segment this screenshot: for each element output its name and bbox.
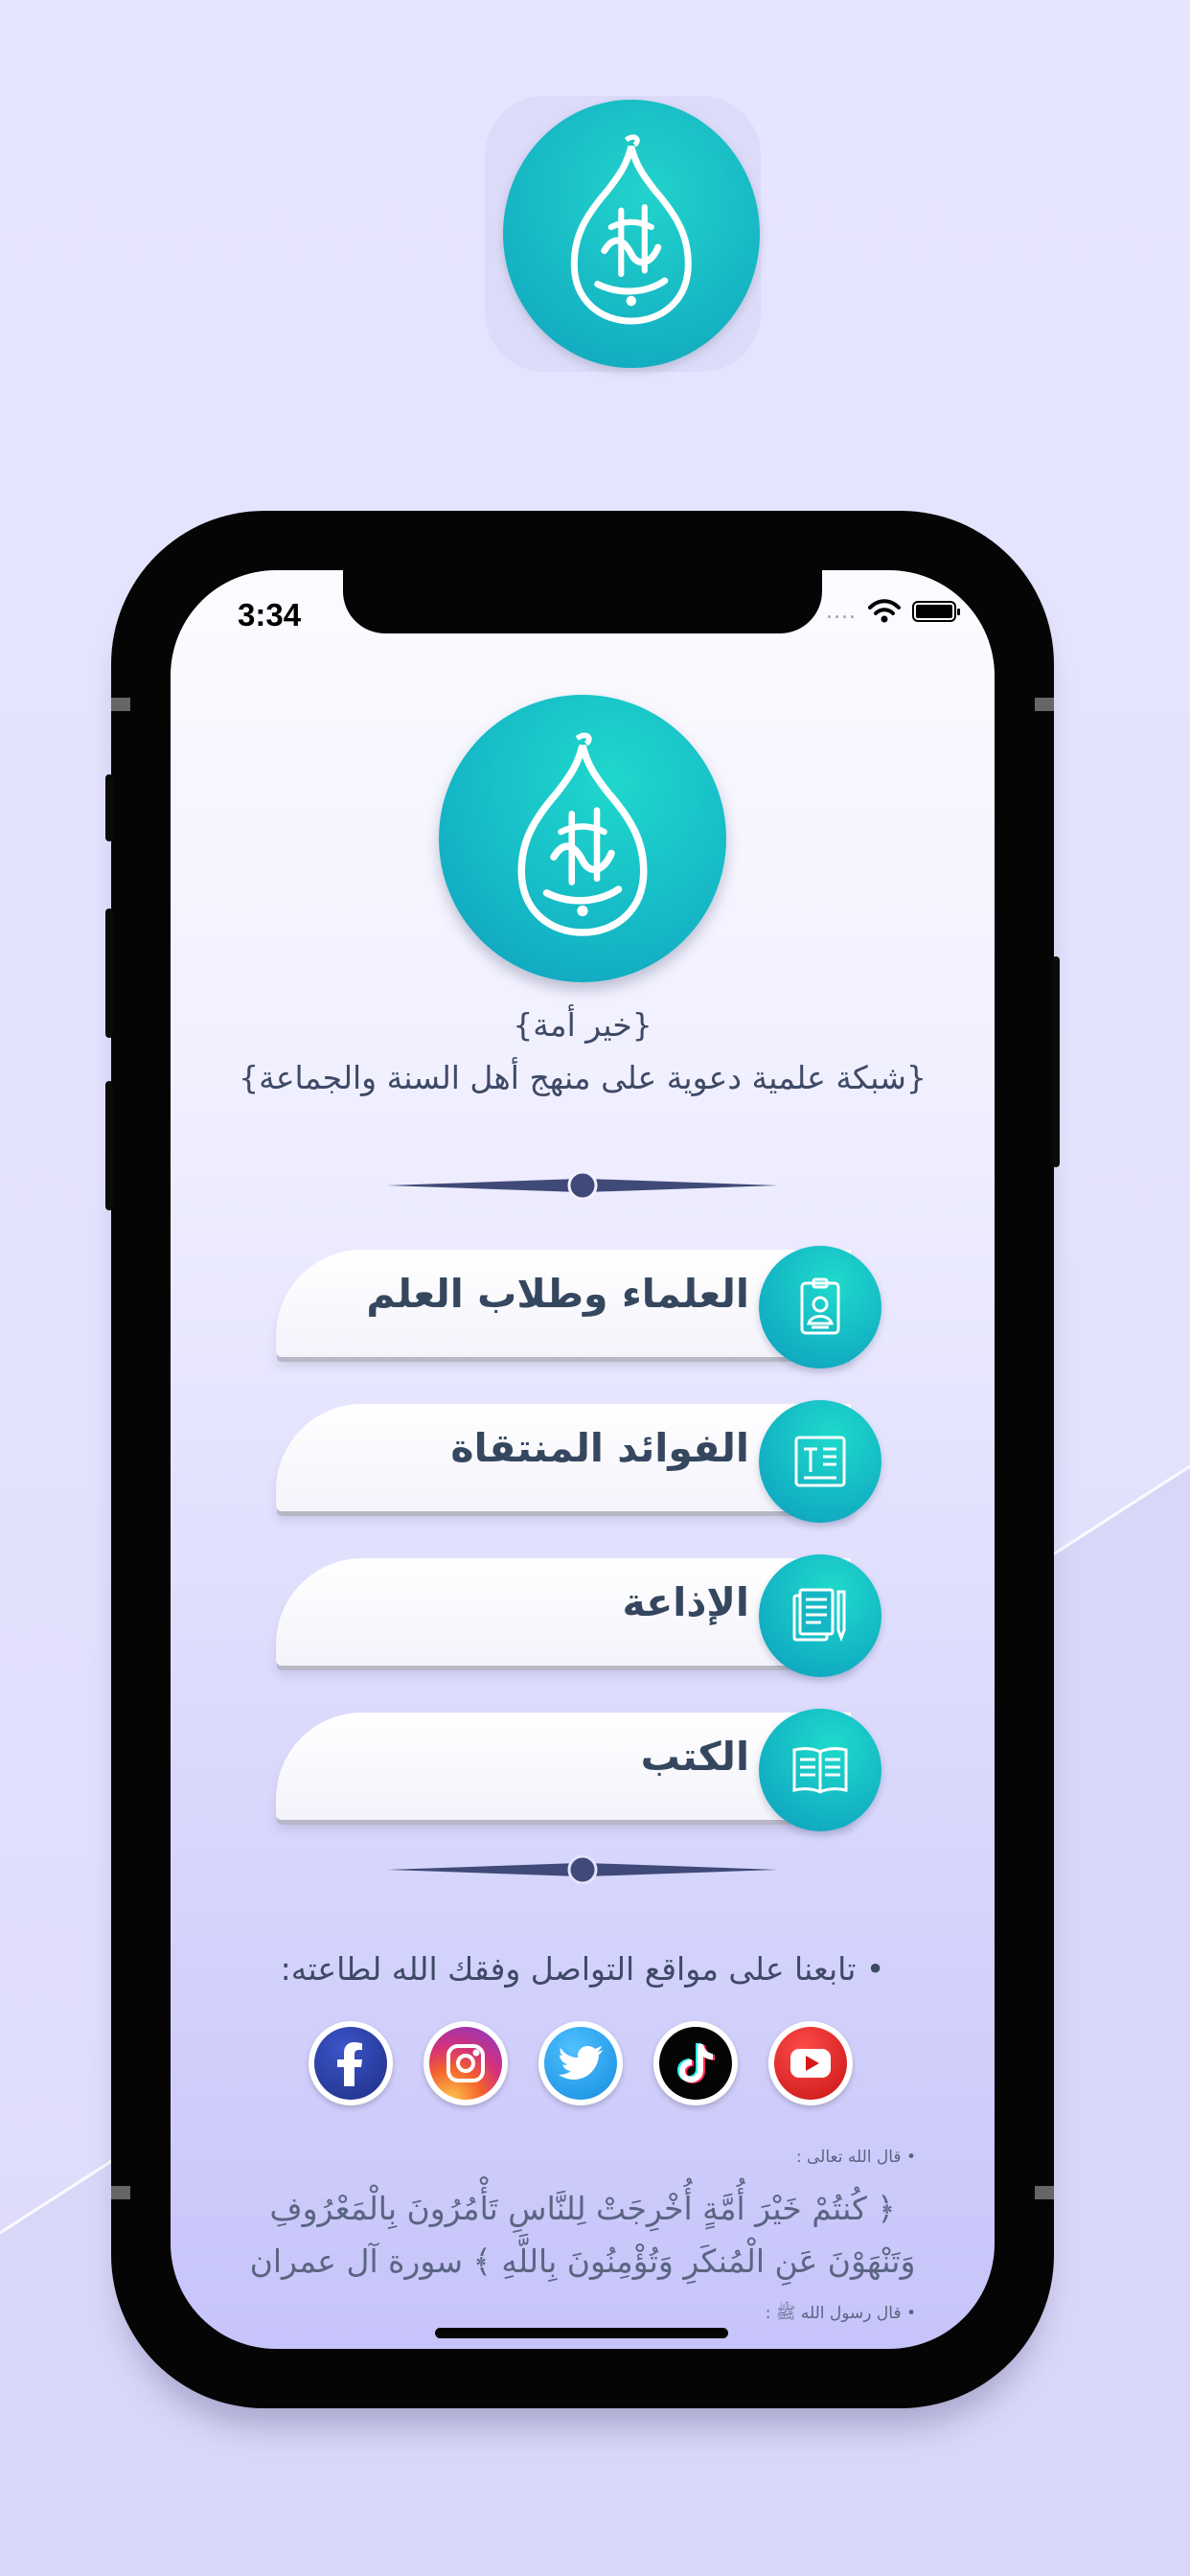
facebook-icon — [314, 2027, 387, 2100]
antenna-band — [111, 2186, 130, 2199]
menu-item-benefits[interactable]: الفوائد المنتقاة — [276, 1400, 889, 1523]
battery-icon — [912, 601, 960, 622]
facebook-button[interactable] — [309, 2021, 393, 2105]
status-icons: .... — [826, 599, 960, 624]
follow-us-text: • تابعنا على مواقع التواصل وفقك الله لطا… — [280, 1950, 885, 1988]
home-indicator[interactable] — [435, 2328, 728, 2338]
app-title: {خير أمة} — [513, 1006, 652, 1044]
tiktok-icon — [659, 2027, 732, 2100]
side-button-volume-up — [105, 908, 113, 1038]
app-logo — [439, 695, 726, 982]
side-button-silent — [105, 774, 113, 841]
side-button-power — [1052, 956, 1060, 1167]
youtube-icon — [774, 2027, 847, 2100]
ornamental-divider — [387, 1855, 778, 1884]
twitter-button[interactable] — [538, 2021, 623, 2105]
antenna-band — [111, 698, 130, 711]
twitter-icon — [544, 2027, 617, 2100]
menu-label: الفوائد المنتقاة — [450, 1425, 749, 1471]
antenna-band — [1035, 2186, 1054, 2199]
phone-frame: 3:34 .... {خير أمة} {شبكة علمية دعوية عل… — [105, 511, 1060, 2408]
youtube-button[interactable] — [768, 2021, 853, 2105]
instagram-button[interactable] — [423, 2021, 508, 2105]
text-document-icon — [759, 1400, 881, 1523]
menu-label: العلماء وطلاب العلم — [366, 1271, 749, 1317]
status-time: 3:34 — [238, 597, 302, 632]
open-book-icon — [759, 1709, 881, 1831]
id-badge-icon — [759, 1246, 881, 1368]
menu-item-radio[interactable]: الإذاعة — [276, 1554, 889, 1677]
app-icon — [485, 96, 761, 372]
signal-dots: .... — [826, 599, 857, 624]
antenna-band — [1035, 698, 1054, 711]
notch — [343, 570, 822, 633]
ornamental-divider — [387, 1171, 778, 1200]
allah-said-label: • قال الله تعالى : — [795, 2148, 916, 2167]
wifi-icon — [868, 599, 901, 623]
prophet-said-label: • قال رسول الله ﷺ : — [765, 2304, 916, 2323]
side-button-volume-down — [105, 1081, 113, 1210]
menu-item-books[interactable]: الكتب — [276, 1709, 889, 1831]
social-links — [309, 2021, 853, 2105]
app-tagline: {شبكة علمية دعوية على منهج أهل السنة وال… — [239, 1059, 927, 1096]
phone-screen: 3:34 .... {خير أمة} {شبكة علمية دعوية عل… — [171, 570, 995, 2349]
tiktok-button[interactable] — [653, 2021, 738, 2105]
menu-item-scholars[interactable]: العلماء وطلاب العلم — [276, 1246, 889, 1368]
documents-pen-icon — [759, 1554, 881, 1677]
calligraphy-logo-icon — [517, 732, 648, 936]
verse-line-2: وَتَنْهَوْنَ عَنِ الْمُنكَرِ وَتُؤْمِنُو… — [249, 2242, 916, 2280]
calligraphy-logo-icon — [570, 134, 693, 325]
menu-label: الكتب — [640, 1734, 749, 1780]
menu-label: الإذاعة — [622, 1579, 749, 1625]
verse-line-1: ﴿ كُنتُمْ خَيْرَ أُمَّةٍ أُخْرِجَتْ لِلن… — [269, 2190, 896, 2227]
instagram-icon — [429, 2027, 502, 2100]
app-logo-circle — [503, 100, 760, 368]
